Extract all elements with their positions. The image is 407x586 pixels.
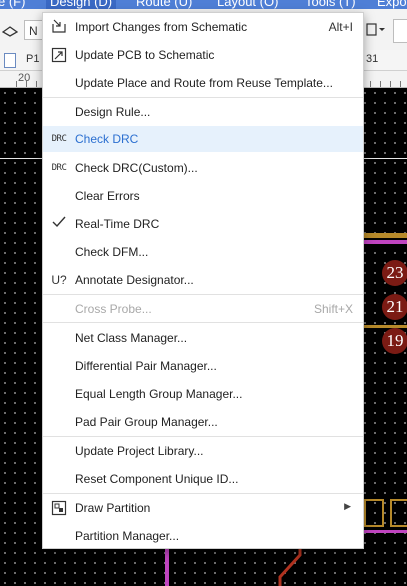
menu-item-reset-unique-id[interactable]: Reset Component Unique ID... [43, 466, 363, 492]
menu-separator [43, 322, 363, 323]
ruler-tick [370, 81, 371, 87]
menu-file[interactable]: e (F) [0, 0, 25, 9]
menu-route[interactable]: Route (U) [136, 0, 192, 9]
check-icon [50, 216, 68, 232]
ruler-tick [390, 81, 391, 87]
annotate-icon: U? [51, 273, 67, 287]
pad-number[interactable]: 21 [382, 294, 407, 320]
board-outline [0, 158, 42, 159]
track-magenta [364, 240, 407, 244]
menu-item-draw-partition[interactable]: Draw Partition ▶ [43, 495, 363, 521]
submenu-arrow-icon: ▶ [344, 501, 351, 511]
pad-number[interactable]: 23 [382, 260, 407, 286]
menu-separator [43, 294, 363, 295]
menu-item-diff-pair-manager[interactable]: Differential Pair Manager... [43, 353, 363, 379]
menu-item-check-drc[interactable]: DRC Check DRC [43, 126, 363, 152]
update-pcb-icon [50, 47, 68, 63]
menubar: e (F) Design (D) Route (U) Layout (O) To… [0, 0, 407, 9]
menu-item-partition-manager[interactable]: Partition Manager... [43, 523, 363, 549]
pcb-document-icon [4, 53, 16, 68]
import-icon [50, 19, 68, 35]
menu-layout[interactable]: Layout (O) [217, 0, 278, 9]
ruler-number: 20 [18, 72, 31, 84]
menu-item-clear-errors[interactable]: Clear Errors [43, 183, 363, 209]
menu-item-annotate-designator[interactable]: U? Annotate Designator... [43, 267, 363, 293]
menu-export[interactable]: Expo [377, 0, 407, 9]
menu-design[interactable]: Design (D) [46, 0, 117, 9]
menu-separator [43, 436, 363, 437]
ruler-tick [26, 81, 27, 87]
menu-item-import-changes[interactable]: Import Changes from Schematic Alt+I [43, 14, 363, 40]
menu-item-pad-pair-manager[interactable]: Pad Pair Group Manager... [43, 409, 363, 435]
pad-outline [390, 499, 407, 527]
menu-separator [43, 493, 363, 494]
menu-item-net-class-manager[interactable]: Net Class Manager... [43, 325, 363, 351]
ruler-tick [380, 81, 381, 87]
menu-item-update-project-library[interactable]: Update Project Library... [43, 438, 363, 464]
toolbar-input-partial[interactable] [393, 19, 407, 43]
ruler-tick [36, 81, 37, 87]
menu-item-check-dfm[interactable]: Check DFM... [43, 239, 363, 265]
menu-tools[interactable]: Tools (T) [305, 0, 356, 9]
board-outline [364, 158, 407, 159]
design-menu-dropdown: Import Changes from Schematic Alt+I Upda… [42, 12, 364, 549]
ruler-tick [400, 81, 401, 87]
menu-separator [43, 97, 363, 98]
tab-pcb[interactable]: P1 [26, 53, 39, 65]
drc-icon: DRC [51, 163, 67, 173]
menu-item-equal-length-manager[interactable]: Equal Length Group Manager... [43, 381, 363, 407]
menu-item-update-place-route[interactable]: Update Place and Route from Reuse Templa… [43, 70, 363, 96]
pad-outline [364, 499, 384, 527]
copper-track [364, 325, 407, 328]
ruler-tick [16, 81, 17, 87]
tab-right-label[interactable]: 31 [366, 53, 378, 65]
drc-icon: DRC [51, 134, 67, 144]
menu-item-design-rule[interactable]: Design Rule... [43, 99, 363, 125]
copper-track [364, 233, 407, 238]
partition-icon [50, 500, 68, 516]
menu-item-cross-probe[interactable]: Cross Probe... Shift+X [43, 296, 363, 322]
track-magenta [364, 530, 407, 533]
menu-item-update-pcb[interactable]: Update PCB to Schematic [43, 42, 363, 68]
menu-item-realtime-drc[interactable]: Real-Time DRC [43, 211, 363, 237]
component-dropdown-icon[interactable] [365, 23, 387, 40]
layer-icon[interactable] [1, 23, 19, 37]
menu-item-check-drc-custom[interactable]: DRC Check DRC(Custom)... [43, 155, 363, 181]
pad-number[interactable]: 19 [382, 328, 407, 354]
